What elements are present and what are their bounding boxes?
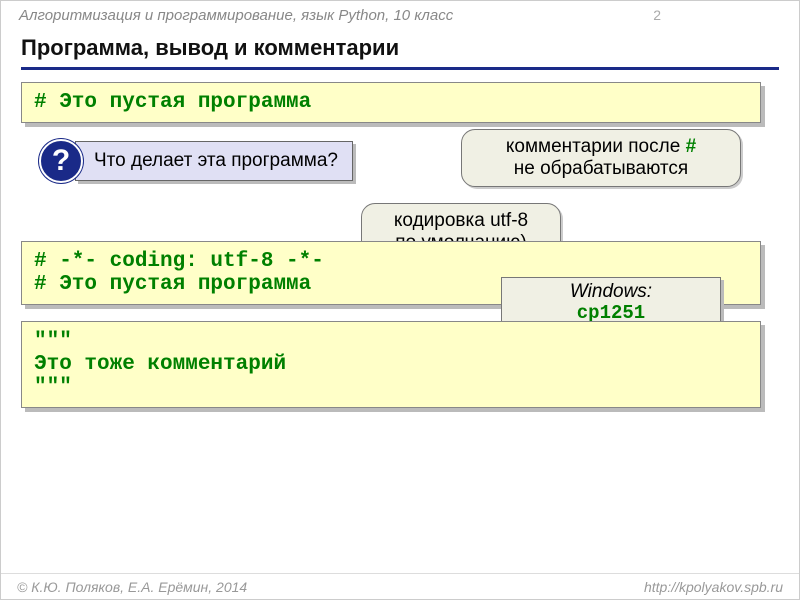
page-number: 2: [653, 7, 661, 23]
code-line: """: [34, 330, 748, 353]
code-line: # Это пустая программа: [34, 91, 748, 114]
question-row: ? Что делает эта программа?: [39, 139, 779, 183]
question-icon: ?: [39, 139, 83, 183]
content-area: Программа, вывод и комментарии # Это пус…: [1, 29, 799, 408]
code-block-1: # Это пустая программа: [21, 82, 761, 123]
question-box: Что делает эта программа?: [75, 141, 353, 181]
os-label: Windows:: [518, 282, 704, 303]
footer-bar: © К.Ю. Поляков, Е.А. Ерёмин, 2014 http:/…: [1, 573, 799, 599]
code-block-3: """ Это тоже комментарий """: [21, 321, 761, 408]
code-line: # -*- coding: utf-8 -*-: [34, 250, 748, 273]
course-title: Алгоритмизация и программирование, язык …: [19, 7, 453, 24]
header-bar: Алгоритмизация и программирование, язык …: [1, 1, 799, 29]
code-line: Это тоже комментарий: [34, 353, 748, 376]
copyright-text: © К.Ю. Поляков, Е.А. Ерёмин, 2014: [17, 579, 247, 595]
callout-utf8-line1: кодировка utf-8: [394, 210, 528, 231]
footer-url: http://kpolyakov.spb.ru: [644, 579, 783, 595]
code-line: """: [34, 376, 748, 399]
page-title: Программа, вывод и комментарии: [21, 35, 779, 70]
